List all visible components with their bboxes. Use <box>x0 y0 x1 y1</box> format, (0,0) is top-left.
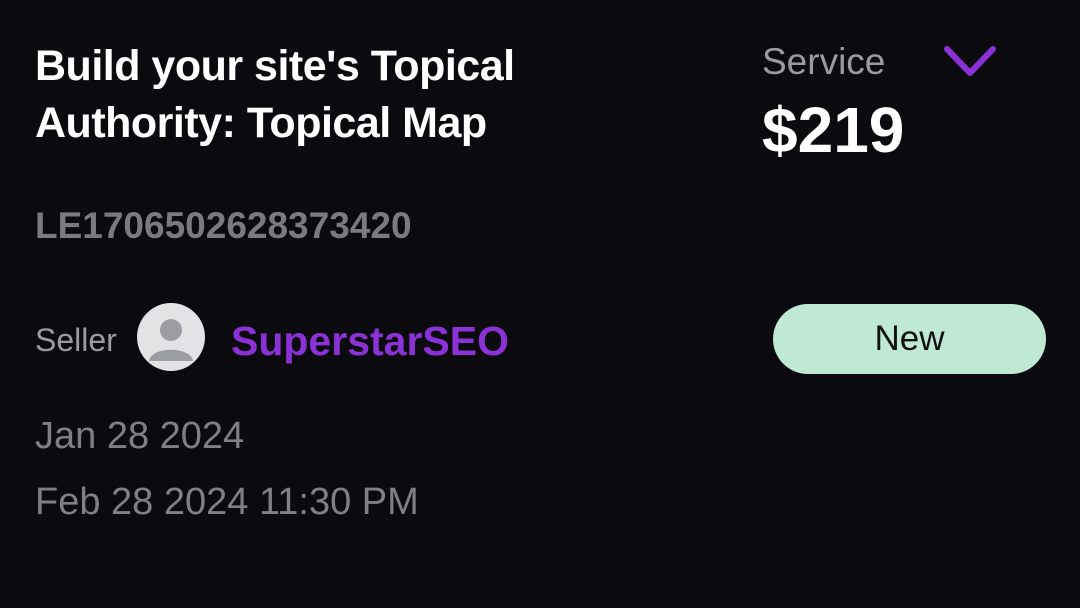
seller-label: Seller <box>35 322 117 358</box>
seller-name-link[interactable]: SuperstarSEO <box>231 316 509 366</box>
order-end-date: Feb 28 2024 11:30 PM <box>35 481 419 523</box>
order-price: $219 <box>762 94 905 166</box>
chevron-down-icon[interactable] <box>942 42 998 82</box>
order-id: LE1706502628373420 <box>35 205 412 246</box>
order-title: Build your site's Topical Authority: Top… <box>35 42 515 147</box>
order-start-date: Jan 28 2024 <box>35 415 245 457</box>
order-card[interactable]: Build your site's Topical Authority: Top… <box>0 0 1080 608</box>
seller-avatar[interactable] <box>137 303 205 371</box>
user-avatar-icon <box>149 319 193 361</box>
status-badge: New <box>773 304 1046 374</box>
order-type-label: Service <box>762 41 886 82</box>
